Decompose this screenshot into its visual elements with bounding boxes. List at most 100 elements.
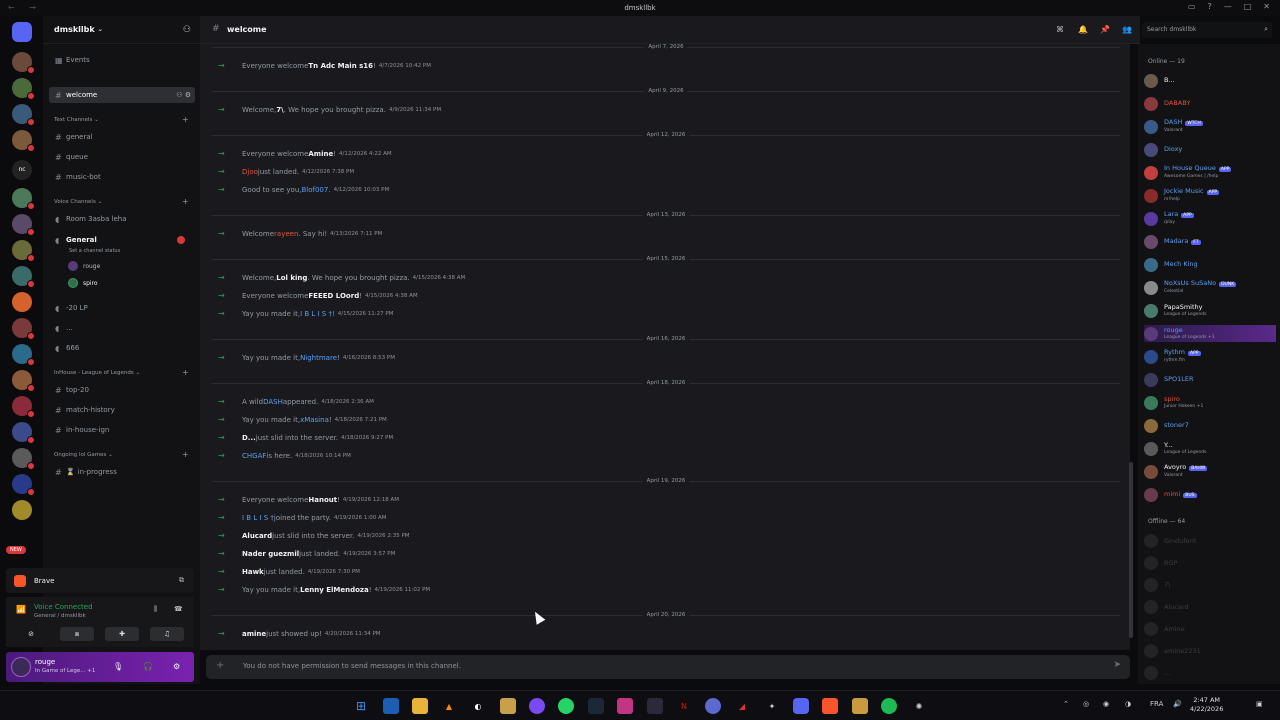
search-app-icon[interactable] [383, 698, 399, 714]
member-item[interactable]: DASH WTCH Valorant [1144, 118, 1276, 135]
server-icon[interactable] [12, 240, 35, 262]
voice-channel-666[interactable]: ◖ 666 [49, 340, 195, 356]
server-icon[interactable] [12, 266, 35, 288]
username-link[interactable]: amine [242, 630, 266, 638]
channel-queue[interactable]: # queue [49, 149, 195, 165]
files-icon[interactable] [500, 698, 516, 714]
league-client-icon[interactable] [852, 698, 868, 714]
scrollbar[interactable] [1129, 462, 1133, 638]
noise-suppression-icon[interactable]: ⫼ [154, 605, 157, 614]
spotify-icon[interactable] [881, 698, 897, 714]
member-item[interactable]: Jockie Music APP m!help [1144, 187, 1276, 204]
member-item[interactable]: Y... League of Legends [1144, 440, 1276, 457]
member-item-offline[interactable]: Alucard [1144, 598, 1276, 615]
tray-chevron-icon[interactable]: ⌃ [1063, 700, 1069, 708]
username-link[interactable]: Alucard [242, 532, 272, 540]
voice-user-spiro[interactable]: spiro [68, 278, 98, 288]
netflix-icon[interactable]: N [676, 698, 692, 714]
member-item[interactable]: spiro Junior Hokeen +1 [1144, 394, 1276, 411]
server-icon[interactable] [12, 78, 35, 100]
member-item[interactable]: Madara FT [1144, 233, 1276, 250]
soundboard-icon[interactable]: ♫ [150, 627, 184, 641]
member-item[interactable]: Dioxy [1144, 141, 1276, 158]
server-icon[interactable]: nc [12, 160, 32, 180]
member-item-offline[interactable]: amine2231 [1144, 642, 1276, 659]
server-icon[interactable] [12, 396, 35, 418]
app-icon[interactable] [647, 698, 663, 714]
inbox-icon[interactable]: ▭ [1188, 2, 1196, 11]
clock[interactable]: 2:47 AM 4/22/2026 [1190, 696, 1223, 714]
screen-share-icon[interactable]: ⧈ [60, 627, 94, 641]
username-link[interactable]: 7\ [276, 106, 283, 114]
member-item[interactable]: Mech King [1144, 256, 1276, 273]
send-icon[interactable]: ➤ [1113, 660, 1121, 670]
channel-in-progress[interactable]: # ⌛ in-progress [49, 464, 195, 480]
username-link[interactable]: Hawk [242, 568, 264, 576]
member-item[interactable]: SPO1LER [1144, 371, 1276, 388]
disconnect-icon[interactable]: ☎ [174, 605, 183, 613]
voice-channel-room[interactable]: ◖ Room 3asba leha [49, 211, 195, 227]
app-icon[interactable]: ✦ [764, 698, 780, 714]
message-composer[interactable]: + You do not have permission to send mes… [206, 655, 1130, 679]
server-icon[interactable] [12, 214, 35, 236]
username-link[interactable]: CHGAF [242, 452, 266, 460]
chatgpt-icon[interactable]: ✺ [911, 698, 927, 714]
close-button[interactable]: ✕ [1263, 2, 1270, 11]
server-icon[interactable] [12, 318, 35, 340]
discord-icon[interactable] [793, 698, 809, 714]
category-voice-channels[interactable]: Voice Channels ⌄ + [54, 197, 189, 206]
bell-icon[interactable]: 🔔 [1078, 25, 1088, 34]
server-icon[interactable] [12, 474, 35, 496]
username-link[interactable]: D... [242, 434, 256, 442]
minimize-button[interactable]: — [1224, 2, 1232, 11]
settings-gear-icon[interactable]: ⚙ [173, 662, 180, 671]
wifi-speaker-icon[interactable]: 🔊 [1173, 700, 1182, 708]
voice-user-rouge[interactable]: rouge [68, 261, 100, 271]
avatar[interactable] [11, 657, 31, 677]
username-link[interactable]: I B L I S † [242, 514, 274, 522]
username-link[interactable]: FEEED LOord [308, 292, 359, 300]
channel-top-20[interactable]: # top-20 [49, 382, 195, 398]
category-inhouse[interactable]: InHouse - League of Legends ⌄ + [54, 368, 189, 377]
discord-home-icon[interactable] [12, 22, 32, 42]
channel-status[interactable]: Set a channel status [69, 248, 120, 254]
add-channel-icon[interactable]: + [182, 197, 189, 206]
search-input[interactable]: Search dmskllbk ⌕ [1142, 22, 1272, 38]
camera-off-icon[interactable]: ⊘ [14, 627, 48, 641]
channel-settings-icon[interactable]: ⚇ ⚙ [176, 91, 191, 99]
mic-icon[interactable]: 🎙 [113, 662, 123, 671]
channel-match-history[interactable]: # match-history [49, 402, 195, 418]
username-link[interactable]: Tn Adc Main s16 [308, 62, 373, 70]
steam-icon[interactable] [588, 698, 604, 714]
instagram-icon[interactable] [617, 698, 633, 714]
server-icon[interactable] [12, 422, 35, 444]
add-channel-icon[interactable]: + [182, 368, 189, 377]
user-panel[interactable]: rouge In Game of Lege... +1 🎙 🎧 ⚙ [6, 652, 194, 682]
app-icon[interactable]: ◢ [734, 698, 750, 714]
username-link[interactable]: xMasina [300, 416, 329, 424]
popout-icon[interactable]: ⧉ [179, 576, 184, 585]
headphones-icon[interactable]: 🎧 [143, 662, 153, 671]
add-channel-icon[interactable]: + [182, 115, 189, 124]
attach-plus-icon[interactable]: + [216, 660, 224, 671]
member-item-offline[interactable]: ... [1144, 664, 1276, 681]
tray-icon[interactable]: ◉ [1103, 700, 1109, 708]
username-link[interactable]: DASH [263, 398, 283, 406]
brave-browser-icon[interactable] [822, 698, 838, 714]
member-item[interactable]: Rythm APP rythm.fm [1144, 348, 1276, 365]
category-ongoing[interactable]: Ongoing lol Games ⌄ + [54, 450, 189, 459]
activities-icon[interactable]: ✚ [105, 627, 139, 641]
pin-icon[interactable]: 📌 [1100, 25, 1110, 34]
username-link[interactable]: Amine [308, 150, 333, 158]
member-item[interactable]: In House Queue APP Awesome Games | /help [1144, 164, 1276, 181]
server-icon[interactable] [12, 500, 32, 520]
vlc-icon[interactable]: ▲ [441, 698, 457, 714]
start-icon[interactable]: ⊞ [353, 698, 369, 714]
voice-status[interactable]: Voice Connected [34, 603, 93, 611]
server-icon[interactable] [12, 188, 35, 210]
server-icon[interactable] [12, 104, 35, 126]
channel-general[interactable]: # general [49, 129, 195, 145]
server-icon[interactable] [12, 52, 35, 74]
username-link[interactable]: I B L I S † [300, 310, 332, 318]
app-icon[interactable] [705, 698, 721, 714]
